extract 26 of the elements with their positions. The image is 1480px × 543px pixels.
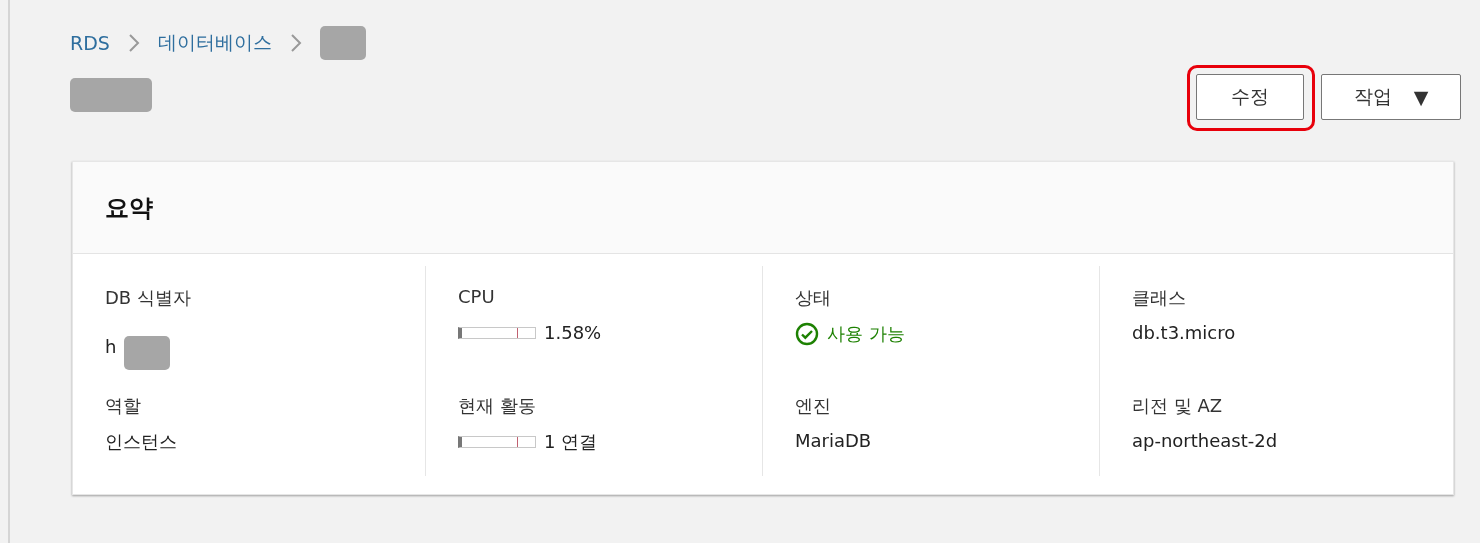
- field-label: 클래스: [1132, 286, 1187, 310]
- field-label: DB 식별자: [105, 286, 192, 310]
- field-label: 리전 및 AZ: [1132, 394, 1224, 418]
- field-label: 엔진: [795, 394, 832, 418]
- field-value: MariaDB: [795, 430, 873, 451]
- meter-reading: 1 연결: [544, 430, 598, 454]
- field-label: 현재 활동: [458, 394, 537, 418]
- field-value: h: [105, 335, 117, 357]
- field-value: db.t3.micro: [1132, 322, 1237, 343]
- card-title: 요약: [105, 192, 153, 224]
- field-label: 역할: [105, 394, 142, 418]
- chevron-right-icon: [289, 33, 302, 53]
- meter-reading: 1.58%: [544, 322, 602, 343]
- field-value: ap-northeast-2d: [1132, 430, 1279, 451]
- modify-button[interactable]: 수정: [1196, 74, 1304, 120]
- field-label: CPU: [458, 286, 496, 309]
- breadcrumb-link[interactable]: RDS: [70, 32, 110, 54]
- redaction-block: [124, 336, 171, 370]
- field-label: 상태: [795, 286, 832, 310]
- check-circle-icon: [795, 322, 819, 346]
- breadcrumb-link[interactable]: 데이터베이스: [157, 30, 272, 56]
- redaction-block: [319, 26, 366, 60]
- actions-dropdown-button[interactable]: 작업 ▼: [1321, 74, 1461, 120]
- chevron-right-icon: [127, 33, 140, 53]
- status-text: 사용 가능: [827, 322, 905, 346]
- field-value: 인스턴스: [105, 430, 178, 454]
